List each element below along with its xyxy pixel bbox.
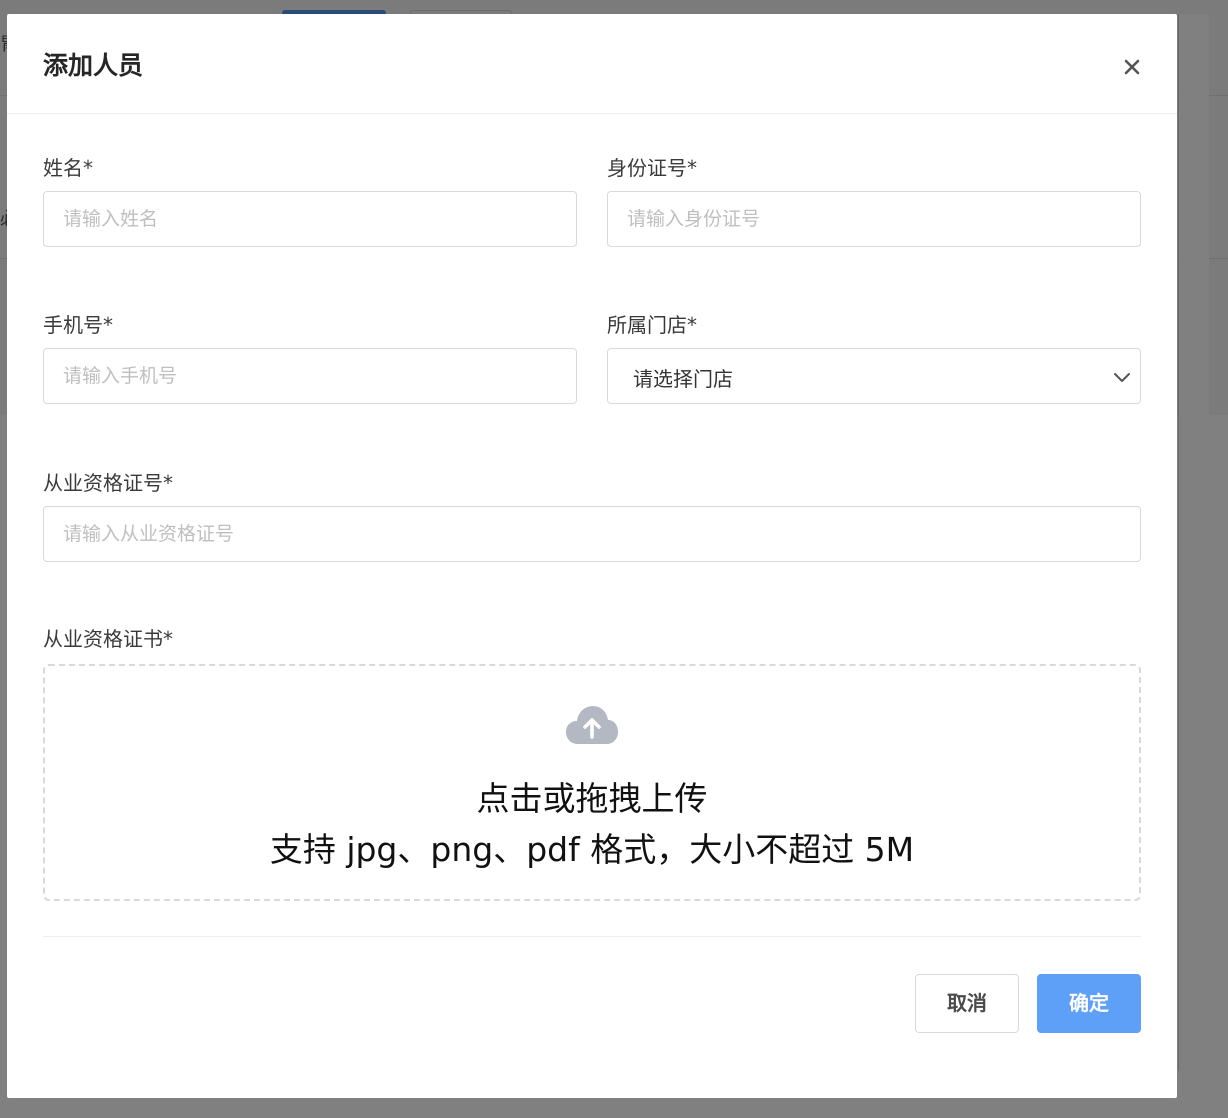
qualification-number-label: 从业资格证号* bbox=[43, 471, 173, 495]
cloud-upload-icon bbox=[566, 706, 618, 744]
certificate-upload-dropzone[interactable]: 点击或拖拽上传 支持 jpg、png、pdf 格式，大小不超过 5M bbox=[43, 664, 1141, 901]
phone-label: 手机号* bbox=[43, 313, 113, 337]
cancel-button[interactable]: 取消 bbox=[915, 974, 1019, 1033]
background-panel-edge bbox=[1178, 14, 1209, 1071]
name-label: 姓名* bbox=[43, 156, 93, 180]
id-number-label: 身份证号* bbox=[607, 156, 697, 180]
id-number-input[interactable] bbox=[607, 191, 1141, 247]
upload-format-hint: 支持 jpg、png、pdf 格式，大小不超过 5M bbox=[269, 830, 915, 869]
store-select[interactable]: 请选择门店 bbox=[607, 348, 1141, 404]
qualification-number-input[interactable] bbox=[43, 506, 1141, 562]
close-button[interactable] bbox=[1117, 52, 1147, 82]
footer-divider bbox=[43, 936, 1141, 937]
store-label: 所属门店* bbox=[607, 313, 697, 337]
chevron-down-icon bbox=[1114, 373, 1130, 382]
qualification-certificate-label: 从业资格证书* bbox=[43, 627, 173, 651]
upload-instruction: 点击或拖拽上传 bbox=[476, 779, 708, 818]
add-person-dialog: 添加人员 姓名* 身份证号* 手机号* 所属门店* 请选择门店 从业资格证号* … bbox=[7, 14, 1177, 1098]
close-icon bbox=[1124, 59, 1140, 75]
dialog-title: 添加人员 bbox=[43, 51, 144, 80]
name-input[interactable] bbox=[43, 191, 577, 247]
dialog-header: 添加人员 bbox=[7, 14, 1177, 114]
phone-input[interactable] bbox=[43, 348, 577, 404]
store-select-value: 请选择门店 bbox=[633, 367, 733, 391]
confirm-button[interactable]: 确定 bbox=[1037, 974, 1141, 1033]
